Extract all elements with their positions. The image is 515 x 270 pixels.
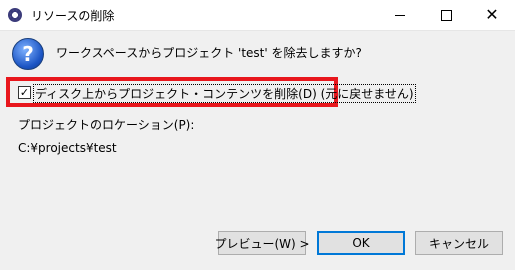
window-title: リソースの削除 [31,9,115,23]
question-mark-glyph: ? [22,42,34,66]
maximize-icon [440,9,452,21]
checkmark-icon: ✓ [19,86,30,99]
maximize-button[interactable] [423,0,469,30]
cancel-button[interactable]: キャンセル [415,231,503,255]
close-icon: ✕ [485,5,499,24]
eclipse-app-icon [8,8,22,22]
preview-button[interactable]: プレビュー(W) > [214,231,310,255]
delete-contents-label[interactable]: ディスク上からプロジェクト・コンテンツを削除(D) (元に戻せません) [33,84,416,103]
minimize-icon [395,14,405,16]
minimize-button[interactable] [377,0,423,30]
ok-button[interactable]: OK [317,231,405,255]
question-icon: ? [12,38,44,70]
delete-contents-checkbox[interactable]: ✓ [18,86,31,99]
confirmation-message: ワークスペースからプロジェクト 'test' を除去しますか? [56,46,362,60]
location-value: C:¥projects¥test [18,141,117,155]
location-label: プロジェクトのロケーション(P): [18,118,195,132]
title-bar: リソースの削除 ✕ [0,0,515,31]
close-button[interactable]: ✕ [469,0,515,30]
